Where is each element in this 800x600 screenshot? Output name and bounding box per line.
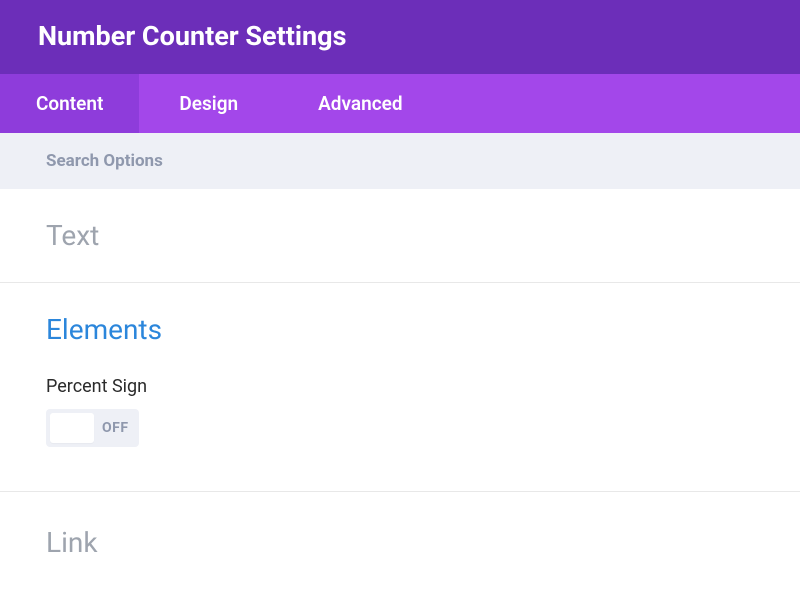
tab-advanced[interactable]: Advanced [278,74,442,133]
section-text-heading: Text [46,219,754,252]
tab-design[interactable]: Design [139,74,278,133]
percent-sign-label: Percent Sign [46,376,754,397]
section-elements-heading[interactable]: Elements [46,313,754,346]
section-link[interactable]: Link [0,492,800,589]
section-link-heading: Link [46,526,754,559]
search-options-bar[interactable]: Search Options [0,133,800,189]
settings-title: Number Counter Settings [38,20,762,52]
search-options-placeholder: Search Options [46,151,163,171]
section-text[interactable]: Text [0,189,800,283]
section-elements: Elements Percent Sign OFF [0,283,800,492]
tab-bar: Content Design Advanced [0,74,800,133]
settings-header: Number Counter Settings [0,0,800,74]
toggle-knob [50,413,94,443]
percent-sign-field: Percent Sign OFF [46,376,754,447]
percent-sign-toggle[interactable]: OFF [46,409,139,447]
toggle-state-label: OFF [102,420,129,436]
tab-content[interactable]: Content [0,74,139,133]
